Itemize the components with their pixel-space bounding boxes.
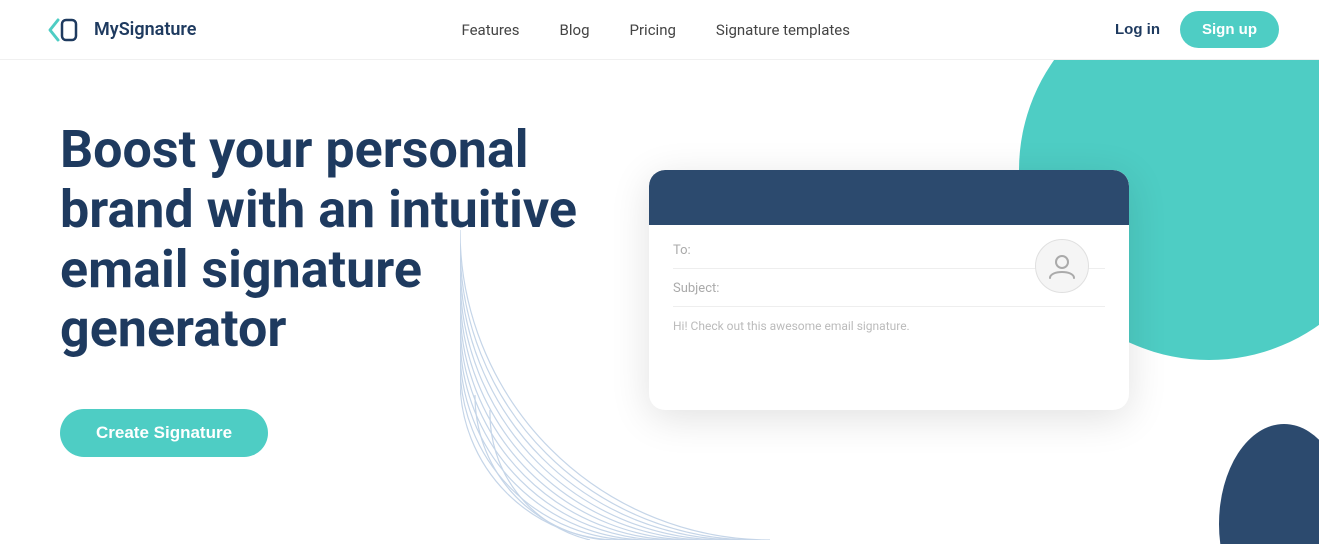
navbar-links: Features Blog Pricing Signature template… — [461, 21, 850, 39]
navbar-actions: Log in Sign up — [1115, 11, 1279, 48]
hero-section: Boost your personal brand with an intuit… — [0, 60, 1319, 544]
dark-circle — [1219, 424, 1319, 544]
nav-link-signature-templates[interactable]: Signature templates — [716, 21, 850, 39]
hero-title-line4: generator — [60, 298, 286, 359]
hero-left-content: Boost your personal brand with an intuit… — [0, 60, 600, 544]
email-card-body: To: Subject: Hi! Check out this awesome … — [649, 225, 1129, 351]
hero-title-line2: brand with an intuitive — [60, 179, 577, 240]
avatar — [1035, 239, 1089, 293]
hero-title: Boost your personal brand with an intuit… — [60, 120, 600, 359]
nav-link-features[interactable]: Features — [461, 21, 519, 39]
avatar-icon — [1048, 252, 1076, 280]
login-button[interactable]: Log in — [1115, 21, 1160, 38]
email-subject-field: Subject: — [673, 281, 1105, 307]
nav-link-pricing[interactable]: Pricing — [630, 21, 676, 39]
navbar: MySignature Features Blog Pricing Signat… — [0, 0, 1319, 60]
navbar-logo-group: MySignature — [40, 8, 196, 52]
email-card-header — [649, 170, 1129, 225]
logo-text: MySignature — [94, 19, 196, 40]
nav-link-blog[interactable]: Blog — [560, 21, 590, 39]
hero-title-line3: email signature — [60, 239, 422, 300]
hero-title-line1: Boost your personal — [60, 119, 529, 180]
email-mockup-card: To: Subject: Hi! Check out this awesome … — [649, 170, 1129, 410]
logo-icon — [40, 8, 84, 52]
create-signature-button[interactable]: Create Signature — [60, 409, 268, 457]
email-body-text: Hi! Check out this awesome email signatu… — [673, 319, 1105, 333]
signup-button[interactable]: Sign up — [1180, 11, 1279, 48]
